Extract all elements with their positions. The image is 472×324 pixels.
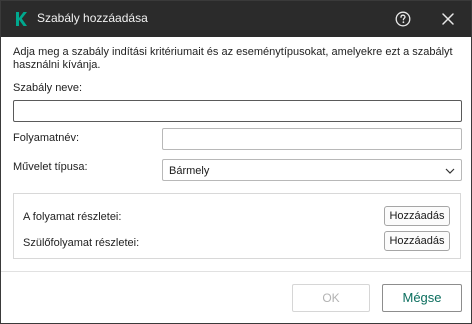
operation-type-select[interactable]: Bármely: [162, 159, 462, 181]
kaspersky-k-icon: [16, 12, 27, 26]
cancel-button[interactable]: Mégse: [382, 284, 462, 312]
rule-name-input[interactable]: [13, 100, 462, 122]
dialog-title: Szabály hozzáadása: [37, 11, 148, 25]
ok-button[interactable]: OK: [292, 284, 370, 312]
parent-process-details-label: Szülőfolyamat részletei:: [23, 237, 140, 249]
help-circle-icon[interactable]: [395, 11, 411, 27]
add-parent-process-details-button[interactable]: Hozzáadás: [384, 231, 450, 251]
operation-type-value: Bármely: [169, 165, 210, 177]
add-rule-dialog: Szabály hozzáadása Adja meg a szabály in…: [0, 0, 472, 324]
rule-name-label: Szabály neve:: [13, 82, 83, 94]
dialog-description: Adja meg a szabály indítási kritériumait…: [13, 46, 453, 71]
process-name-input[interactable]: [162, 128, 462, 150]
dialog-footer: OK Mégse: [1, 272, 471, 323]
process-name-label: Folyamatnév:: [13, 132, 80, 144]
process-details-label: A folyamat részletei:: [23, 211, 122, 223]
operation-type-label: Művelet típusa:: [13, 161, 88, 173]
close-icon[interactable]: [441, 12, 455, 26]
add-process-details-button[interactable]: Hozzáadás: [384, 206, 450, 226]
process-details-group: A folyamat részletei: Hozzáadás Szülőfol…: [13, 193, 461, 259]
chevron-down-icon: [445, 168, 455, 174]
title-bar: Szabály hozzáadása: [1, 1, 471, 37]
